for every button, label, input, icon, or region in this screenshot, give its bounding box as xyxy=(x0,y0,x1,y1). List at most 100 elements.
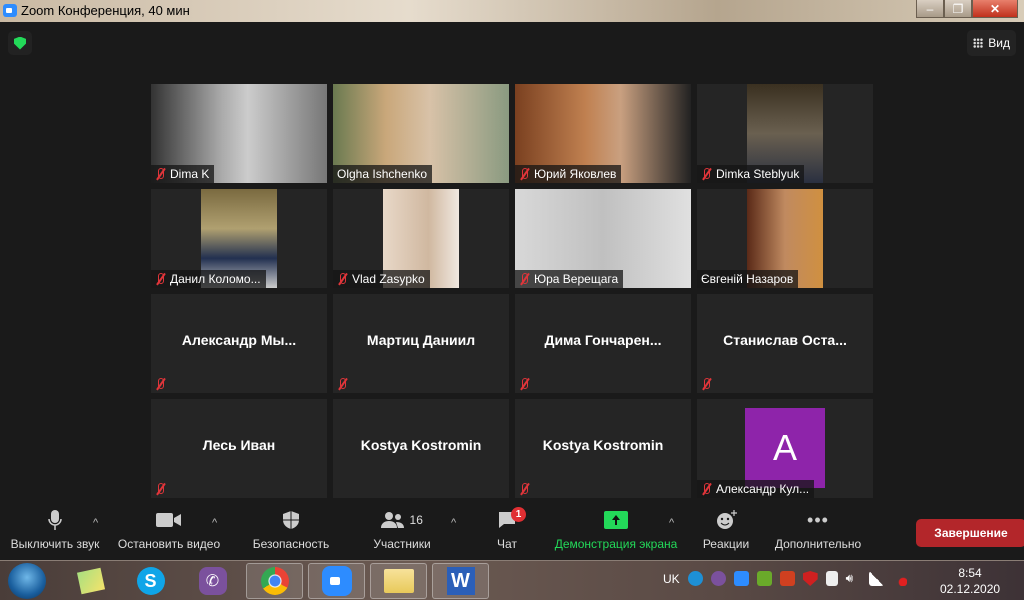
antivirus-shield-tray-icon[interactable] xyxy=(802,571,818,586)
audio-options-caret[interactable]: ^ xyxy=(93,517,98,529)
participant-count: 16 xyxy=(409,513,423,527)
participant-name-label: Vlad Zasypko xyxy=(333,270,430,288)
participant-name-label: Dima K xyxy=(151,165,215,183)
word-taskbar-icon[interactable]: W xyxy=(432,563,489,599)
video-camera-icon xyxy=(156,513,181,527)
participant-tile[interactable]: A Александр Кул... xyxy=(697,399,873,498)
muted-mic-icon xyxy=(337,273,348,285)
share-screen-icon xyxy=(604,511,628,529)
participant-tile[interactable]: Kostya Kostromin xyxy=(515,399,691,498)
viber-taskbar-icon[interactable]: ✆ xyxy=(184,563,241,599)
participant-tile[interactable]: Юра Верещага xyxy=(515,189,691,288)
participant-name-label: Александр Кул... xyxy=(697,480,815,498)
security-button[interactable]: Безопасность xyxy=(252,505,330,560)
sticky-notes-taskbar-icon[interactable] xyxy=(62,563,119,599)
stop-video-button[interactable]: Остановить видео xyxy=(118,505,220,560)
action-center-flag-icon[interactable] xyxy=(891,571,907,586)
participant-name-label: Юрий Яковлев xyxy=(515,165,622,183)
participant-name: Дима Гончарен... xyxy=(544,332,662,348)
minimize-button[interactable]: – xyxy=(916,0,944,18)
zoom-tray-icon[interactable] xyxy=(733,571,749,586)
participant-name: Kostya Kostromin xyxy=(542,437,664,453)
chat-badge: 1 xyxy=(511,507,526,522)
participant-tile[interactable]: Александр Мы... xyxy=(151,294,327,393)
participant-tile[interactable]: Vlad Zasypko xyxy=(333,189,509,288)
zoom-app-icon xyxy=(3,4,17,17)
view-button[interactable]: Вид xyxy=(967,30,1016,56)
participant-tile[interactable]: Станислав Оста... xyxy=(697,294,873,393)
muted-mic-icon xyxy=(337,378,348,390)
mute-button[interactable]: Выключить звук xyxy=(10,505,100,560)
more-button[interactable]: ••• Дополнительно xyxy=(772,505,864,560)
participant-name: Александр Мы... xyxy=(181,332,297,348)
maximize-button[interactable]: ❐ xyxy=(944,0,972,18)
more-dots-icon: ••• xyxy=(807,509,829,530)
language-indicator[interactable]: UK xyxy=(663,572,680,586)
volume-icon[interactable]: 🔊︎ xyxy=(846,571,861,586)
explorer-taskbar-icon[interactable] xyxy=(370,563,427,599)
participant-name-label: Юра Верещага xyxy=(515,270,624,288)
meeting-toolbar: Выключить звук ^ Остановить видео ^ Безо… xyxy=(0,505,1024,560)
grid-icon xyxy=(973,38,984,48)
network-signal-icon[interactable] xyxy=(868,571,884,586)
muted-mic-icon xyxy=(519,483,530,495)
muted-mic-icon xyxy=(155,273,166,285)
muted-mic-icon xyxy=(155,483,166,495)
muted-mic-icon xyxy=(519,378,530,390)
close-button[interactable]: ✕ xyxy=(972,0,1018,18)
participant-tile[interactable]: Мартиц Даниил xyxy=(333,294,509,393)
title-bar: Zoom Конференция, 40 мин – ❐ ✕ xyxy=(0,0,1024,22)
chat-button[interactable]: 1 Чат xyxy=(492,505,526,560)
zoom-taskbar-icon[interactable] xyxy=(308,563,365,599)
power-tray-icon[interactable] xyxy=(825,571,838,586)
chrome-taskbar-icon[interactable] xyxy=(246,563,303,599)
muted-mic-icon xyxy=(519,273,530,285)
participant-tile[interactable]: Olgha Ishchenko xyxy=(333,84,509,183)
participant-tile[interactable]: Dimka Steblyuk xyxy=(697,84,873,183)
participant-tile[interactable]: Kostya Kostromin xyxy=(333,399,509,498)
skype-tray-icon[interactable] xyxy=(687,571,703,586)
participant-name: Станислав Оста... xyxy=(723,332,847,348)
security-shield-icon xyxy=(283,511,299,529)
start-button[interactable] xyxy=(8,563,46,599)
participant-name-label: Olgha Ishchenko xyxy=(333,165,433,183)
share-options-caret[interactable]: ^ xyxy=(669,517,674,529)
viber-tray-icon[interactable] xyxy=(710,571,726,586)
muted-mic-icon xyxy=(519,168,530,180)
participant-tile[interactable]: Dima K xyxy=(151,84,327,183)
muted-mic-icon xyxy=(701,378,712,390)
smiley-reaction-icon xyxy=(717,510,737,529)
participant-name: Мартиц Даниил xyxy=(366,332,476,348)
participant-tile[interactable]: Дима Гончарен... xyxy=(515,294,691,393)
windows-taskbar: S ✆ W UK 🔊︎ 8:54 02.12.2020 xyxy=(0,560,1024,600)
participants-icon xyxy=(381,512,405,528)
participant-tile[interactable]: Данил Коломо... xyxy=(151,189,327,288)
participant-name: Лесь Иван xyxy=(202,437,276,453)
participant-tile[interactable]: Євгеній Назаров xyxy=(697,189,873,288)
participants-options-caret[interactable]: ^ xyxy=(451,517,456,529)
participant-name-label: Dimka Steblyuk xyxy=(697,165,805,183)
muted-mic-icon xyxy=(701,483,712,495)
microphone-icon xyxy=(48,510,62,530)
participant-avatar: A xyxy=(745,408,825,488)
muted-mic-icon xyxy=(155,378,166,390)
participant-name-label: Данил Коломо... xyxy=(151,270,266,288)
meeting-area: Вид Dima K Olgha Ishchenko Юрий Яковлев … xyxy=(0,23,1024,505)
taskbar-clock[interactable]: 8:54 02.12.2020 xyxy=(940,565,1000,597)
muted-mic-icon xyxy=(155,168,166,180)
participant-name: Kostya Kostromin xyxy=(360,437,482,453)
muted-mic-icon xyxy=(701,168,712,180)
ccleaner-tray-icon[interactable] xyxy=(779,571,795,586)
check-tray-icon[interactable] xyxy=(756,571,772,586)
participant-tile[interactable]: Юрий Яковлев xyxy=(515,84,691,183)
participant-name-label: Євгеній Назаров xyxy=(697,270,799,288)
participant-tile[interactable]: Лесь Иван xyxy=(151,399,327,498)
skype-taskbar-icon[interactable]: S xyxy=(122,563,179,599)
window-title: Zoom Конференция, 40 мин xyxy=(21,3,190,18)
video-options-caret[interactable]: ^ xyxy=(212,517,217,529)
share-screen-button[interactable]: Демонстрация экрана xyxy=(554,505,678,560)
encryption-shield-icon[interactable] xyxy=(8,31,32,55)
participants-button[interactable]: 16 Участники xyxy=(372,505,432,560)
reactions-button[interactable]: Реакции xyxy=(700,505,752,560)
end-meeting-button[interactable]: Завершение xyxy=(916,519,1024,547)
